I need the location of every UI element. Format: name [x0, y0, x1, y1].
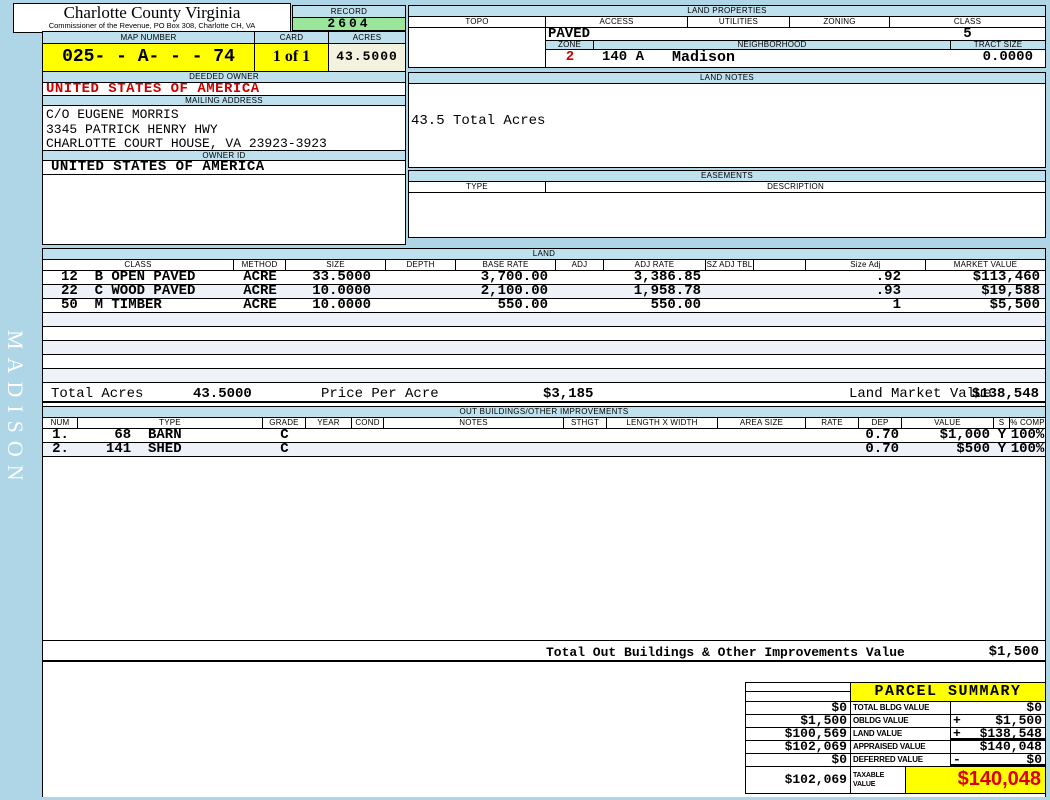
- summary-corner-cell: [746, 683, 850, 701]
- neighborhood-name: Madison: [672, 49, 736, 66]
- summary-label: TOTAL BLDG VALUE: [850, 702, 950, 714]
- ob-col-cond: COND: [352, 418, 384, 428]
- summary-label: APPRAISED VALUE: [850, 741, 950, 753]
- ob-col-year: YEAR: [306, 418, 352, 428]
- land-col-size-adj: Size Adj: [806, 260, 926, 270]
- summary-row-deferred: $0 DEFERRED VALUE - $0: [746, 753, 1045, 766]
- sign: +: [953, 726, 961, 741]
- card-value[interactable]: 1 of 1: [255, 44, 329, 71]
- land-col-depth: DEPTH: [386, 260, 456, 270]
- price-per-acre-value: $3,185: [543, 386, 594, 402]
- ob-col-notes: NOTES: [384, 418, 564, 428]
- property-record-card: MADISON Charlotte County Virginia Commis…: [0, 0, 1050, 800]
- address-line: 3345 PATRICK HENRY HWY: [46, 122, 218, 137]
- deeded-owner-value: UNITED STATES OF AMERICA: [43, 82, 405, 96]
- price-per-acre-label: Price Per Acre: [321, 386, 439, 402]
- commissioner-line: Commissioner of the Revenue, PO Box 308,…: [48, 21, 256, 30]
- land-col-spacer: [754, 260, 806, 270]
- easement-description-header: DESCRIPTION: [767, 182, 824, 191]
- summary-row-taxable: $102,069 TAXABLE VALUE $140,048: [746, 766, 1045, 793]
- zoning-header: ZONING: [790, 17, 890, 27]
- land-notes-block: LAND NOTES 43.5 Total Acres: [408, 72, 1046, 168]
- land-properties-band: LAND PROPERTIES: [409, 6, 1045, 17]
- summary-label: LAND VALUE: [850, 728, 950, 740]
- out-building-row: 2. 141 SHED C 0.70 $500 Y 100%: [43, 442, 1045, 457]
- land-totals-row: Total Acres 43.5000 Price Per Acre $3,18…: [43, 383, 1045, 403]
- taxable-value: $140,048: [905, 767, 1045, 793]
- empty-row: [43, 341, 1045, 355]
- ob-col-sthgt: STHGT: [564, 418, 607, 428]
- ob-col-rate: RATE: [806, 418, 859, 428]
- summary-value: - $0: [950, 752, 1045, 767]
- summary-row-appraised: $102,069 APPRAISED VALUE $140,048: [746, 740, 1045, 753]
- map-number-header: MAP NUMBER: [43, 32, 255, 43]
- land-properties-block: LAND PROPERTIES TOPO ACCESS UTILITIES ZO…: [408, 5, 1046, 68]
- record-value[interactable]: 2604: [293, 17, 405, 30]
- land-row: 50 M TIMBER ACRE 10.0000 550.00 550.00 1…: [43, 298, 1045, 313]
- out-buildings-total-value: $1,500: [988, 644, 1039, 660]
- acres-header: ACRES: [352, 33, 382, 42]
- easement-type-header: TYPE: [409, 182, 546, 192]
- tract-size-header: TRACT SIZE: [973, 41, 1023, 49]
- address-line: CHARLOTTE COURT HOUSE, VA 23923-3923: [46, 136, 327, 151]
- land-band: LAND: [43, 249, 1045, 260]
- mailing-address-band: MAILING ADDRESS: [43, 96, 405, 106]
- parcel-summary-title: PARCEL SUMMARY: [850, 683, 1045, 701]
- empty-row: [43, 369, 1045, 383]
- card-header: CARD: [255, 32, 329, 43]
- out-buildings-empty-area: [43, 457, 1045, 640]
- topo-header: TOPO: [409, 17, 546, 27]
- county-title: Charlotte County Virginia: [63, 3, 241, 22]
- taxable-label: TAXABLE VALUE: [850, 767, 905, 793]
- address-line: C/O EUGENE MORRIS: [46, 107, 179, 122]
- summary-label: OBLDG VALUE: [850, 715, 950, 727]
- summary-label: DEFERRED VALUE: [850, 754, 950, 766]
- prior-value: $102,069: [784, 772, 847, 787]
- record-box: RECORD 2604: [292, 5, 406, 31]
- class-value: 5: [963, 26, 972, 42]
- parcel-summary: PARCEL SUMMARY $0 TOTAL BLDG VALUE $0 $1…: [745, 682, 1046, 794]
- prior-value: $0: [831, 752, 847, 767]
- sign: -: [953, 752, 961, 767]
- empty-row: [43, 355, 1045, 369]
- map-number-value[interactable]: 025- - A- - - 74: [43, 44, 255, 71]
- empty-row: [43, 327, 1045, 341]
- land-col-sz-adj-tbl: SZ ADJ TBL: [706, 260, 754, 270]
- total-acres-value: 43.5000: [193, 386, 252, 402]
- zone-header: ZONE: [546, 41, 594, 49]
- total-acres-label: Total Acres: [51, 386, 144, 402]
- owner-block: MAP NUMBER CARD ACRES 025- - A- - - 74 1…: [42, 31, 406, 245]
- owner-id-value: UNITED STATES OF AMERICA: [43, 160, 405, 175]
- zone-value: 2: [565, 49, 575, 65]
- land-market-value: $138,548: [971, 386, 1039, 402]
- out-buildings-band: OUT BUILDINGS/OTHER IMPROVEMENTS: [43, 406, 1045, 418]
- acres-value: 43.5000: [329, 44, 405, 71]
- county-title-box: Charlotte County Virginia Commissioner o…: [13, 3, 291, 33]
- neighborhood-watermark: MADISON: [3, 330, 28, 489]
- out-buildings-total-row: Total Out Buildings & Other Improvements…: [43, 640, 1045, 662]
- utilities-header: UTILITIES: [688, 17, 790, 27]
- land-col-adj: ADJ: [556, 260, 604, 270]
- neighborhood-header: NEIGHBORHOOD: [594, 41, 951, 49]
- ob-col-length-width: LENGTH X WIDTH: [607, 418, 718, 428]
- mailing-address: C/O EUGENE MORRIS 3345 PATRICK HENRY HWY…: [43, 106, 405, 151]
- easements-block: EASEMENTS TYPE DESCRIPTION: [408, 170, 1046, 238]
- easements-band: EASEMENTS: [409, 171, 1045, 182]
- tract-size-value: 0.0000: [982, 49, 1033, 65]
- ob-col-area-size: AREA SIZE: [718, 418, 806, 428]
- land-notes-band: LAND NOTES: [409, 73, 1045, 84]
- empty-row: [43, 313, 1045, 327]
- land-notes-text: 43.5 Total Acres: [411, 113, 546, 129]
- neighborhood-code: 140 A: [602, 49, 645, 65]
- topo-value: [409, 28, 546, 67]
- land-market-value-label: Land Market Value: [849, 386, 992, 402]
- access-value: PAVED: [548, 26, 591, 42]
- out-buildings-total-label: Total Out Buildings & Other Improvements…: [546, 645, 905, 660]
